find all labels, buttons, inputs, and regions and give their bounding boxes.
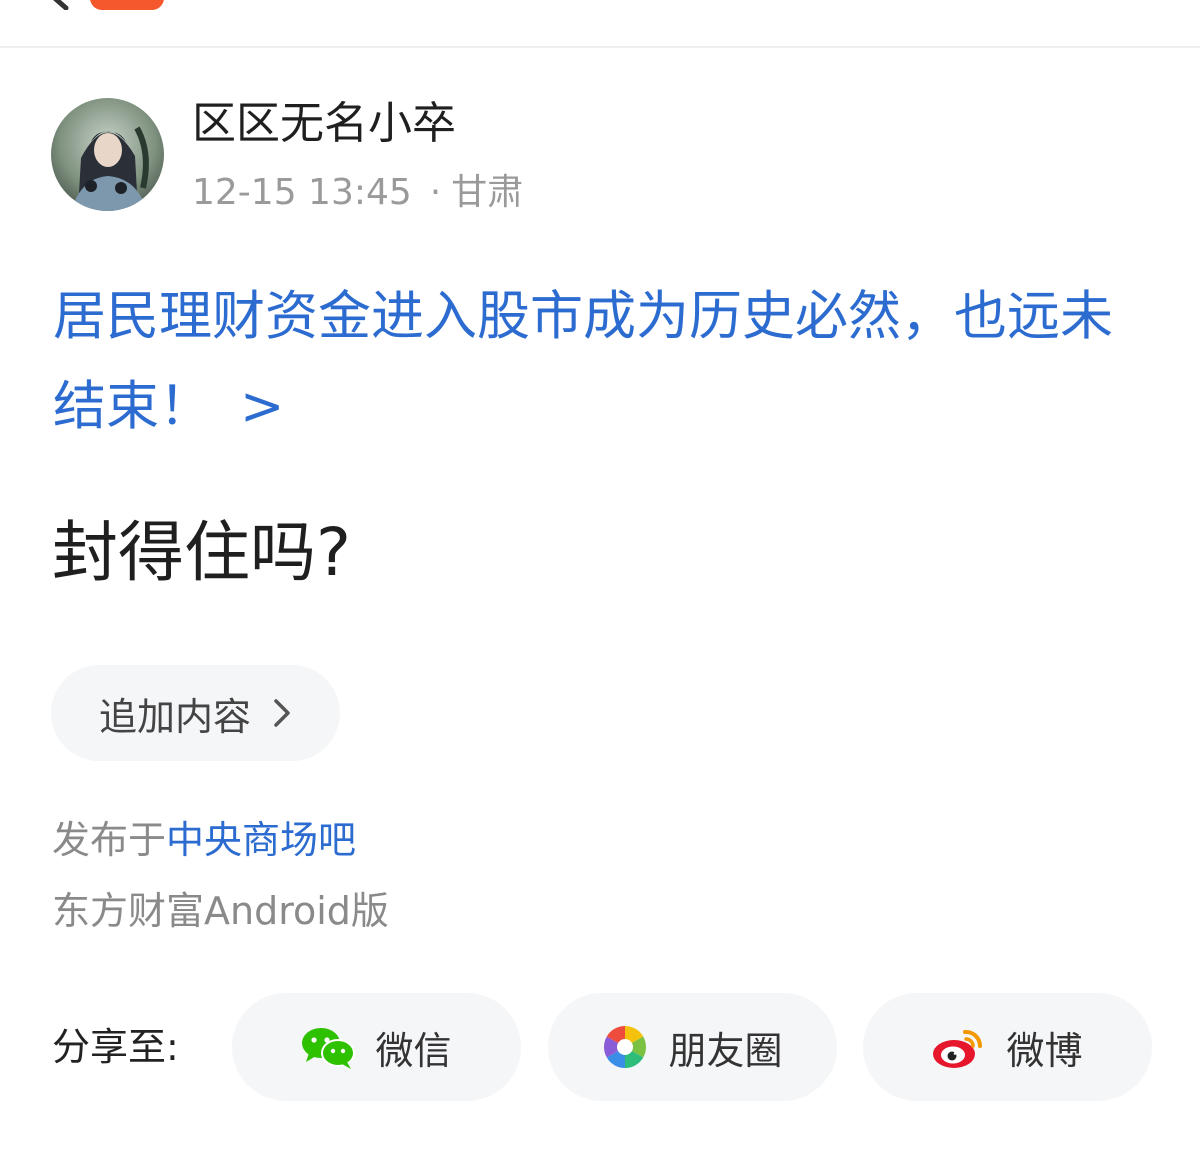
share-wechat-label: 微信 (375, 1028, 452, 1073)
bar-link[interactable]: 中央商场吧 (166, 818, 356, 862)
share-label: 分享至: (52, 1025, 179, 1069)
client-info: 东方财富Android版 (52, 889, 389, 933)
topic-link[interactable]: 居民理财资金进入股市成为历史必然，也远未结束！ > (53, 272, 1163, 452)
meta-separator: · (429, 172, 442, 213)
share-moments-label: 朋友圈 (668, 1028, 783, 1073)
post-body: 封得住吗? (52, 514, 352, 591)
published-in: 发布于中央商场吧 (52, 813, 356, 867)
top-badge[interactable] (90, 0, 164, 10)
top-nav-bar (0, 0, 1200, 48)
wechat-icon (302, 1028, 356, 1069)
topic-link-chevron: > (240, 376, 285, 437)
append-content-button[interactable]: 追加内容 (51, 665, 340, 761)
author-name[interactable]: 区区无名小卒 (192, 94, 456, 154)
share-wechat-button[interactable]: 微信 (232, 993, 521, 1101)
author-avatar[interactable] (51, 98, 164, 211)
share-moments-button[interactable]: 朋友圈 (548, 993, 837, 1101)
chevron-right-icon (274, 699, 290, 727)
share-weibo-label: 微博 (1006, 1028, 1083, 1073)
weibo-icon (933, 1029, 983, 1068)
share-weibo-button[interactable]: 微博 (863, 993, 1152, 1101)
post-meta: 12-15 13:45 · 甘肃 (192, 168, 523, 218)
post-location: 甘肃 (451, 172, 524, 213)
topic-link-text[interactable]: 居民理财资金进入股市成为历史必然，也远未结束！ (53, 286, 1113, 437)
published-prefix: 发布于 (52, 818, 167, 862)
moments-icon (604, 1026, 647, 1068)
back-arrow-icon[interactable] (36, 0, 76, 10)
post-time: 12-15 13:45 (192, 172, 412, 213)
append-content-label: 追加内容 (99, 694, 252, 739)
